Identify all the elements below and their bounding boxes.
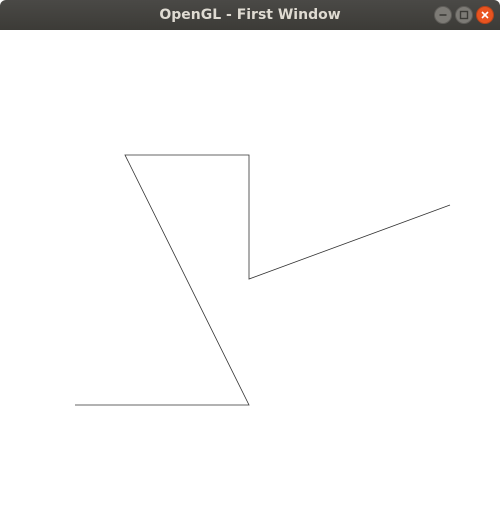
minimize-button[interactable] xyxy=(434,6,452,24)
window-controls xyxy=(434,6,494,24)
line-strip xyxy=(75,154,451,406)
gl-canvas[interactable] xyxy=(0,30,500,530)
title-bar[interactable]: OpenGL - First Window xyxy=(0,0,500,30)
opengl-window: OpenGL - First Window xyxy=(0,0,500,530)
window-title: OpenGL - First Window xyxy=(159,7,341,23)
maximize-button[interactable] xyxy=(455,6,473,24)
minimize-icon xyxy=(439,14,447,16)
maximize-icon xyxy=(459,10,469,20)
close-button[interactable] xyxy=(476,6,494,24)
close-icon xyxy=(481,11,489,19)
